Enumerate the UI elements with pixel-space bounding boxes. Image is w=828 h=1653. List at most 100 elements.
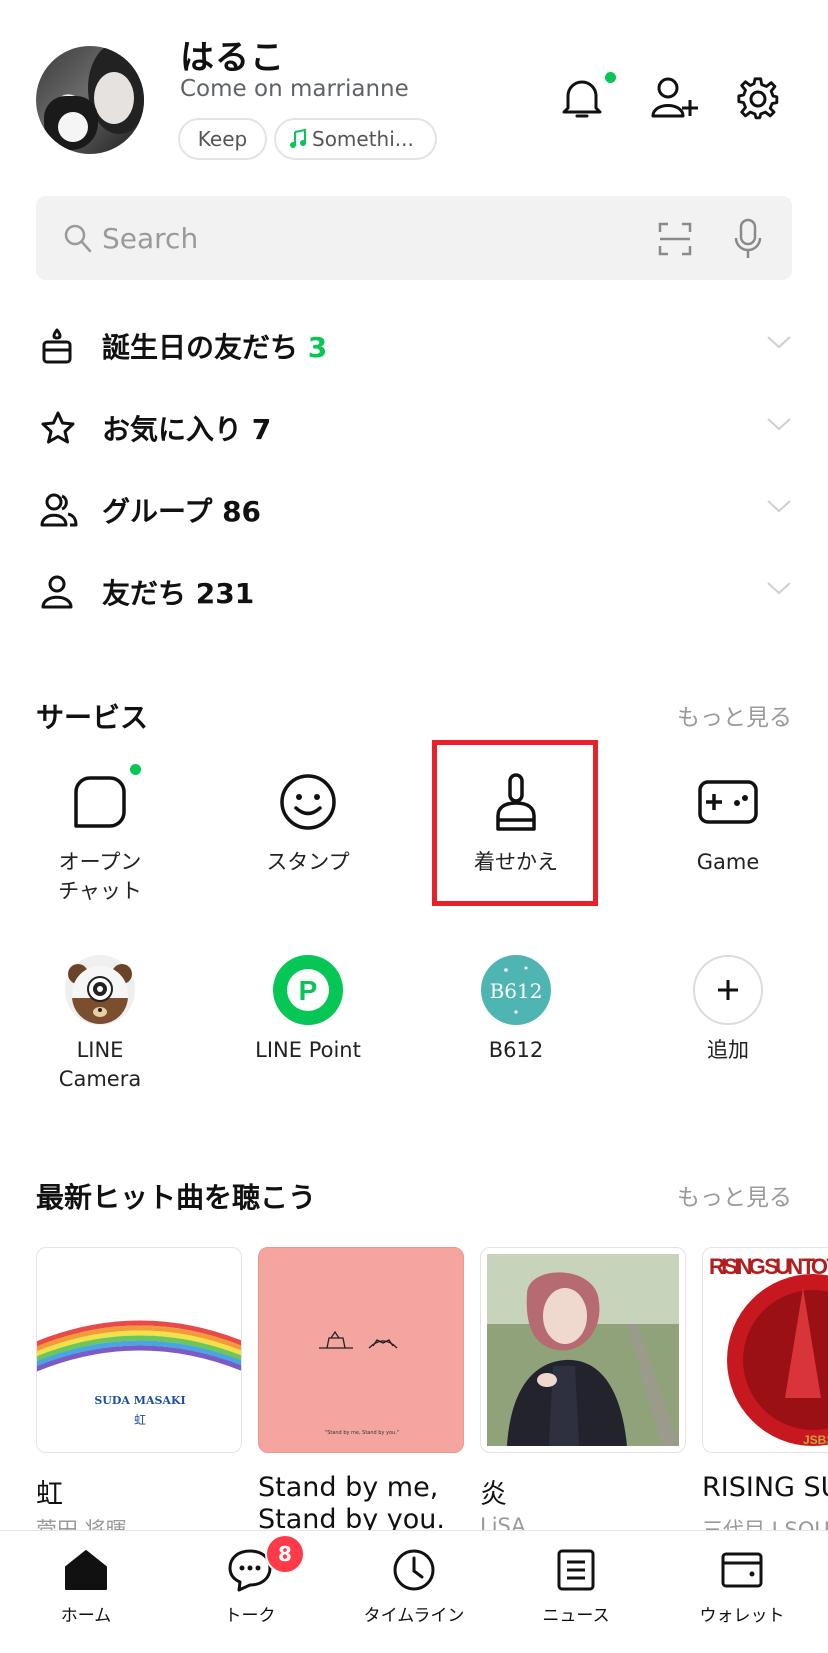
star-icon bbox=[41, 411, 75, 444]
service-open-chat[interactable]: オープン チャット bbox=[10, 764, 190, 906]
chevron-down-icon bbox=[767, 418, 791, 431]
profile-music-chip[interactable]: Somethi... bbox=[274, 118, 437, 160]
rising-sun-cover-art: RISING SUN TO THE SKY JSB3 bbox=[709, 1254, 828, 1447]
line-point-icon: P bbox=[273, 955, 343, 1025]
group-label: 誕生日の友だち 3 bbox=[102, 331, 328, 364]
chevron-down-icon bbox=[767, 582, 791, 595]
group-label: お気に入り 7 bbox=[102, 413, 272, 446]
line-point-letter: P bbox=[299, 975, 318, 1006]
service-add[interactable]: 追加 bbox=[638, 952, 818, 1065]
qr-scan-icon[interactable] bbox=[658, 222, 692, 256]
nav-wallet[interactable]: ウォレット bbox=[672, 1545, 812, 1626]
music-more-link[interactable]: もっと見る bbox=[677, 1178, 792, 1212]
sticker-smiley-icon bbox=[280, 774, 336, 830]
group-label: グループ 86 bbox=[102, 495, 262, 528]
group-count: 3 bbox=[307, 331, 328, 364]
chevron-down-icon bbox=[767, 336, 791, 349]
service-line-camera[interactable]: LINE Camera bbox=[10, 952, 190, 1094]
nav-home[interactable]: ホーム bbox=[16, 1545, 156, 1626]
game-controller-icon bbox=[698, 780, 758, 824]
album-title[interactable]: RISING SUN TO THE SKY bbox=[702, 1472, 828, 1503]
nav-label: トーク bbox=[224, 1606, 276, 1626]
service-label: B612 bbox=[488, 1038, 544, 1062]
profile-avatar[interactable] bbox=[36, 46, 144, 154]
group-label: 友だち 231 bbox=[102, 577, 255, 610]
profile-music-label: Somethi... bbox=[312, 127, 414, 151]
service-label: LINE Point bbox=[255, 1038, 361, 1062]
new-dot bbox=[130, 764, 141, 775]
group-row-friends[interactable]: 友だち 231 bbox=[36, 562, 792, 622]
profile-status-message[interactable]: Come on marrianne bbox=[180, 76, 409, 102]
album-title-line2: Stand by you. bbox=[258, 1504, 445, 1530]
service-label: スタンプ bbox=[266, 850, 350, 874]
rainbow-cover-art: SUDA MASAKI 虹 bbox=[37, 1320, 241, 1427]
group-count: 7 bbox=[251, 413, 272, 446]
birthday-cake-icon bbox=[42, 328, 72, 364]
album-cover[interactable]: "Stand by me, Stand by you." bbox=[258, 1247, 464, 1453]
service-game[interactable]: Game bbox=[638, 764, 818, 877]
wallet-icon bbox=[721, 1552, 763, 1588]
nav-timeline[interactable]: タイムライン bbox=[344, 1545, 484, 1626]
chevron-down-icon bbox=[767, 500, 791, 513]
profile-name[interactable]: はるこ bbox=[180, 30, 285, 79]
line-camera-icon bbox=[65, 955, 135, 1025]
bell-icon bbox=[562, 80, 602, 118]
clock-icon bbox=[393, 1549, 435, 1591]
services-title: サービス bbox=[36, 701, 149, 734]
nav-label: タイムライン bbox=[363, 1606, 465, 1626]
search-icon bbox=[64, 224, 92, 253]
services-more-link[interactable]: もっと見る bbox=[677, 698, 792, 732]
group-row-groups[interactable]: グループ 86 bbox=[36, 480, 792, 540]
nav-label: ホーム bbox=[60, 1606, 112, 1626]
group-row-birthday[interactable]: 誕生日の友だち 3 bbox=[36, 316, 792, 376]
add-friend-icon bbox=[651, 77, 698, 118]
hat-cover-art: "Stand by me, Stand by you." bbox=[319, 1330, 399, 1436]
album-title[interactable]: 虹 bbox=[36, 1472, 63, 1511]
service-label-line2: Camera bbox=[58, 1067, 142, 1091]
album-cover[interactable]: SUDA MASAKI 虹 bbox=[36, 1247, 242, 1453]
nav-news[interactable]: ニュース bbox=[506, 1545, 646, 1626]
microphone-icon[interactable] bbox=[734, 218, 762, 260]
b612-icon: B612 bbox=[481, 955, 551, 1025]
music-section-title: 最新ヒット曲を聴こう bbox=[36, 1181, 317, 1214]
highlight-box bbox=[432, 740, 598, 906]
service-label: オープン bbox=[58, 850, 142, 874]
service-stickers[interactable]: スタンプ bbox=[218, 764, 398, 877]
search-placeholder[interactable]: Search bbox=[102, 222, 198, 255]
album-cover-text: JSB3 bbox=[803, 1433, 828, 1447]
service-label: Game bbox=[696, 850, 760, 874]
group-row-favorites[interactable]: お気に入り 7 bbox=[36, 398, 792, 458]
home-icon bbox=[65, 1550, 107, 1590]
album-cover[interactable] bbox=[480, 1247, 686, 1453]
album-cover-text: "Stand by me, Stand by you." bbox=[325, 1430, 399, 1436]
music-note-icon bbox=[290, 129, 306, 148]
service-line-point[interactable]: P LINE Point bbox=[218, 952, 398, 1065]
settings-button[interactable] bbox=[734, 74, 782, 122]
notification-dot bbox=[605, 72, 616, 83]
nav-label: ウォレット bbox=[699, 1606, 785, 1626]
nav-label: ニュース bbox=[542, 1606, 610, 1626]
album-cover-text: SUDA MASAKI bbox=[94, 1394, 185, 1407]
keep-chip[interactable]: Keep bbox=[178, 118, 267, 160]
gear-icon bbox=[737, 77, 779, 120]
open-chat-icon bbox=[74, 776, 126, 828]
notifications-button[interactable] bbox=[558, 74, 606, 122]
portrait-cover-art bbox=[487, 1254, 679, 1446]
person-icon bbox=[41, 575, 73, 609]
service-b612[interactable]: B612 B612 bbox=[426, 952, 606, 1065]
album-cover-text: 虹 bbox=[134, 1413, 146, 1427]
album-title[interactable]: 炎 bbox=[480, 1472, 507, 1511]
group-icon bbox=[40, 493, 78, 527]
group-count: 231 bbox=[195, 577, 255, 610]
keep-chip-label: Keep bbox=[197, 127, 248, 151]
group-count: 86 bbox=[222, 495, 262, 528]
service-label: LINE bbox=[76, 1038, 124, 1062]
b612-logo-text: B612 bbox=[490, 979, 543, 1003]
service-label-line2: チャット bbox=[58, 879, 142, 903]
album-title[interactable]: Stand by me, bbox=[258, 1472, 438, 1503]
add-icon bbox=[693, 955, 763, 1025]
unread-badge: 8 bbox=[265, 1534, 305, 1574]
album-cover[interactable]: RISING SUN TO THE SKY JSB3 bbox=[702, 1247, 828, 1453]
service-label: 追加 bbox=[707, 1038, 749, 1062]
add-friend-button[interactable] bbox=[650, 74, 698, 122]
